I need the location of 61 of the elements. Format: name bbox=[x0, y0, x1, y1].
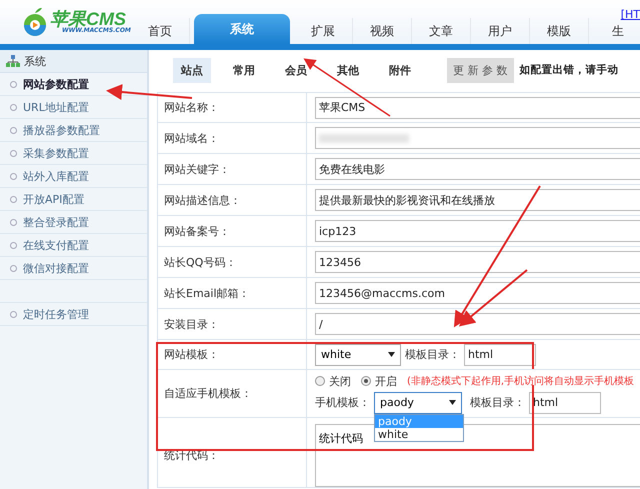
nav-tab[interactable]: 文章 bbox=[412, 18, 471, 44]
field-label: 网站域名： bbox=[157, 123, 307, 154]
field-label: 手机模板： bbox=[315, 395, 370, 410]
field-label: 网站名称： bbox=[157, 93, 307, 123]
sidebar-title: 系统 bbox=[24, 54, 46, 68]
field-label: 站长Email邮箱： bbox=[157, 278, 307, 309]
text-field[interactable] bbox=[315, 127, 640, 149]
sub-tab[interactable]: 会员 bbox=[277, 58, 315, 82]
nav-tab[interactable]: 扩展 bbox=[294, 18, 353, 44]
text-field[interactable]: 123456 bbox=[315, 251, 640, 273]
sidebar-item[interactable]: 站外入库配置 bbox=[0, 165, 147, 188]
text-field[interactable]: 提供最新最快的影视资讯和在线播放 bbox=[315, 189, 640, 211]
field-label: 站长QQ号码： bbox=[157, 247, 307, 278]
sitemap-icon bbox=[6, 55, 20, 67]
text-field[interactable]: html bbox=[464, 344, 536, 366]
sub-tab[interactable]: 常用 bbox=[225, 58, 263, 82]
template-select[interactable]: white bbox=[315, 344, 401, 366]
sub-tab[interactable]: 其他 bbox=[329, 58, 367, 82]
text-field[interactable]: 苹果CMS bbox=[315, 96, 640, 118]
field-label: 自适应手机模板： bbox=[157, 370, 307, 418]
sidebar-item[interactable]: 微信对接配置 bbox=[0, 257, 147, 280]
field-label: 模板目录： bbox=[405, 347, 460, 362]
sidebar-item[interactable]: 网站参数配置 bbox=[0, 73, 147, 96]
sidebar-item[interactable]: URL地址配置 bbox=[0, 96, 147, 119]
caret-icon bbox=[388, 352, 395, 357]
sub-tab[interactable]: 站点 bbox=[173, 58, 211, 82]
top-link[interactable]: [HT bbox=[620, 8, 640, 21]
field-label: 模板目录： bbox=[470, 395, 525, 410]
field-label: 安装目录： bbox=[157, 309, 307, 340]
sidebar-item[interactable]: 播放器参数配置 bbox=[0, 119, 147, 142]
sub-tab[interactable]: 附件 bbox=[381, 58, 419, 82]
text-field[interactable]: / bbox=[315, 313, 640, 335]
text-field[interactable]: 123456@maccms.com bbox=[315, 282, 640, 304]
hint-text: (非静态模式下起作用,手机访问将自动显示手机模板 bbox=[407, 374, 634, 388]
caret-icon bbox=[449, 400, 456, 405]
sidebar-item[interactable]: 整合登录配置 bbox=[0, 211, 147, 234]
radio-button[interactable] bbox=[361, 376, 371, 386]
nav-tab[interactable]: 生 bbox=[588, 18, 640, 44]
notice-text: 如配置出错，请手动 bbox=[520, 63, 618, 77]
field-label: 网站备案号： bbox=[157, 216, 307, 247]
field-label: 网站关键字： bbox=[157, 154, 307, 185]
field-label: 网站模板： bbox=[157, 340, 307, 370]
update-button[interactable]: 更 新 参 数 bbox=[447, 58, 514, 82]
nav-tab[interactable]: 视频 bbox=[352, 18, 412, 44]
text-field[interactable]: 免费在线电影 bbox=[315, 158, 640, 180]
nav-tab[interactable]: 模版 bbox=[530, 18, 589, 44]
text-field[interactable]: html bbox=[529, 392, 601, 414]
nav-tab[interactable]: 首页 bbox=[130, 18, 190, 44]
radio-label: 开启 bbox=[375, 374, 397, 388]
template-select[interactable]: paody bbox=[374, 392, 462, 414]
text-field[interactable]: icp123 bbox=[315, 220, 640, 242]
sidebar-item[interactable]: 采集参数配置 bbox=[0, 142, 147, 165]
apple-logo-icon bbox=[22, 7, 48, 37]
sidebar-item[interactable]: 开放API配置 bbox=[0, 188, 147, 211]
sidebar-item[interactable]: 定时任务管理 bbox=[0, 303, 147, 326]
field-label: 网站描述信息： bbox=[157, 185, 307, 216]
nav-tab[interactable]: 用户 bbox=[470, 18, 530, 44]
sidebar-item[interactable]: 在线支付配置 bbox=[0, 234, 147, 257]
radio-button[interactable] bbox=[315, 376, 325, 386]
radio-label: 关闭 bbox=[329, 374, 351, 388]
logo-text: 苹果CMS bbox=[50, 10, 126, 28]
